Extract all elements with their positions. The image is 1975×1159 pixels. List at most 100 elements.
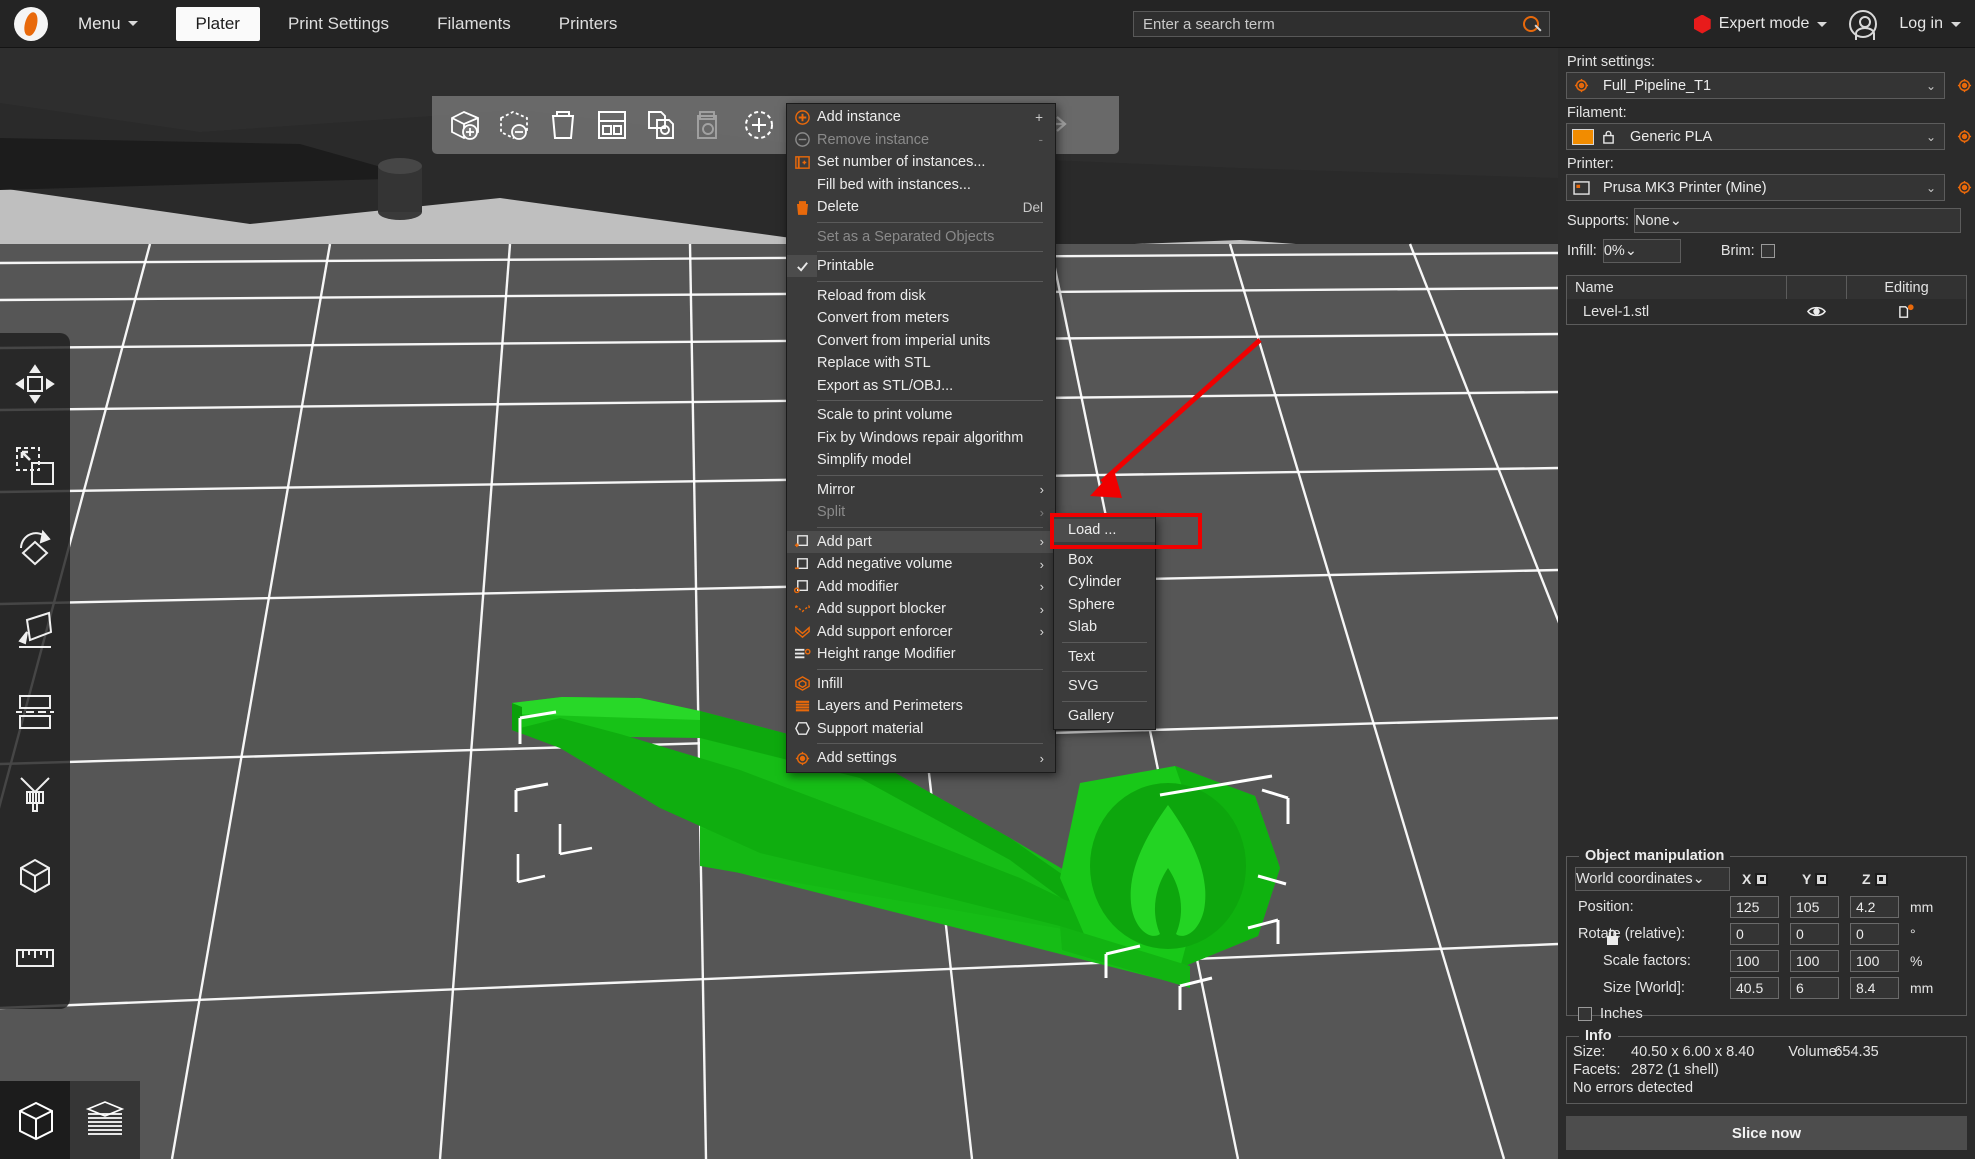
- menu-item-printable[interactable]: Printable: [787, 255, 1055, 278]
- submenu-item-load[interactable]: Load ...: [1054, 519, 1155, 542]
- search-box[interactable]: [1133, 11, 1550, 37]
- menu-item-delete[interactable]: Delete Del: [787, 196, 1055, 219]
- toolbar-copy[interactable]: [636, 101, 685, 149]
- submenu-item-sphere[interactable]: Sphere: [1054, 594, 1155, 617]
- menu-item-replace-with-stl[interactable]: Replace with STL: [787, 352, 1055, 375]
- menu-item-scale-to-print-volume[interactable]: Scale to print volume: [787, 404, 1055, 427]
- menu-item-convert-from-meters[interactable]: Convert from meters: [787, 307, 1055, 330]
- search-icon[interactable]: [1519, 13, 1545, 35]
- printer-edit-icon[interactable]: [1953, 174, 1975, 201]
- menu-item-convert-from-imperial-units[interactable]: Convert from imperial units: [787, 330, 1055, 353]
- axis-header-x: X: [1742, 871, 1802, 887]
- gizmo-place-on-face[interactable]: [0, 589, 70, 671]
- object-settings-icon[interactable]: [1846, 303, 1966, 320]
- object-list-header: Name Editing: [1567, 276, 1966, 299]
- account-icon[interactable]: [1849, 10, 1878, 40]
- brim-checkbox[interactable]: [1760, 244, 1775, 258]
- position-y-input[interactable]: [1790, 896, 1839, 918]
- gizmo-cut[interactable]: [0, 671, 70, 753]
- toolbar-add-instance[interactable]: [734, 101, 783, 149]
- menu-item-reload-from-disk[interactable]: Reload from disk: [787, 285, 1055, 308]
- inches-checkbox[interactable]: [1578, 1007, 1592, 1021]
- supports-combo[interactable]: None ⌄: [1634, 208, 1961, 233]
- menu-item-add-negative-volume[interactable]: Add negative volume ›: [787, 553, 1055, 576]
- gizmo-scale[interactable]: [0, 425, 70, 507]
- rotate-z-input[interactable]: [1850, 923, 1899, 945]
- menu-item-fill-bed-with-instances[interactable]: Fill bed with instances...: [787, 174, 1055, 197]
- mode-selector[interactable]: Expert mode: [1693, 14, 1828, 34]
- menu-item-add-support-enforcer[interactable]: Add support enforcer ›: [787, 621, 1055, 644]
- axis-reset-z-icon[interactable]: [1874, 872, 1888, 886]
- scale-x-input[interactable]: [1730, 950, 1779, 972]
- menu-item-infill[interactable]: Infill: [787, 673, 1055, 696]
- print-settings-edit-icon[interactable]: [1953, 72, 1975, 99]
- login-button[interactable]: Log in: [1899, 15, 1961, 33]
- menu-item-icon-placeholder: [787, 174, 817, 196]
- gizmo-paint-support[interactable]: [0, 753, 70, 835]
- menu-item-add-instance[interactable]: Add instance +: [787, 106, 1055, 129]
- 3d-viewport[interactable]: [0, 48, 1558, 1159]
- size-y-input[interactable]: [1790, 977, 1839, 999]
- submenu-item-gallery[interactable]: Gallery: [1054, 705, 1155, 728]
- menu-item-support-material[interactable]: Support material: [787, 718, 1055, 741]
- menu-item-height-range-modifier[interactable]: Height range Modifier: [787, 643, 1055, 666]
- menu-item-export-as-stl-obj[interactable]: Export as STL/OBJ...: [787, 375, 1055, 398]
- menu-item-add-part[interactable]: Add part ›: [787, 530, 1055, 553]
- tab-filaments[interactable]: Filaments: [417, 7, 531, 41]
- coordinates-combo[interactable]: World coordinates ⌄: [1575, 867, 1730, 891]
- slice-now-button[interactable]: Slice now: [1566, 1116, 1967, 1150]
- axis-reset-x-icon[interactable]: [1755, 872, 1769, 886]
- gizmo-move[interactable]: [0, 343, 70, 425]
- printer-combo[interactable]: Prusa MK3 Printer (Mine) ⌄: [1566, 174, 1945, 201]
- rotate-y-input[interactable]: [1790, 923, 1839, 945]
- infill-combo[interactable]: 0% ⌄: [1602, 239, 1681, 263]
- toolbar-delete-selection[interactable]: [489, 101, 538, 149]
- submenu-item-slab[interactable]: Slab: [1054, 616, 1155, 639]
- submenu-item-text[interactable]: Text: [1054, 646, 1155, 669]
- menu-item-mirror[interactable]: Mirror ›: [787, 479, 1055, 502]
- uniform-scale-lock-icon[interactable]: [1605, 929, 1620, 950]
- toolbar-add-object[interactable]: [440, 101, 489, 149]
- menu-item-label: Printable: [817, 258, 875, 275]
- menu-item-layers-and-perimeters[interactable]: Layers and Perimeters: [787, 695, 1055, 718]
- submenu-item-box[interactable]: Box: [1054, 549, 1155, 572]
- eye-icon[interactable]: [1786, 305, 1846, 318]
- object-list-row[interactable]: Level-1.stl: [1567, 299, 1966, 324]
- toolbar-delete-all[interactable]: [538, 101, 587, 149]
- menu-item-add-support-blocker[interactable]: Add support blocker ›: [787, 598, 1055, 621]
- menu-item-simplify-model[interactable]: Simplify model: [787, 449, 1055, 472]
- supports-value: None: [1635, 212, 1670, 229]
- menu-item-add-settings[interactable]: Add settings ›: [787, 747, 1055, 770]
- gizmo-measure[interactable]: [0, 917, 70, 999]
- axis-reset-y-icon[interactable]: [1815, 872, 1829, 886]
- filament-combo[interactable]: Generic PLA ⌄: [1566, 123, 1945, 150]
- menu-item-add-modifier[interactable]: Add modifier ›: [787, 576, 1055, 599]
- filament-edit-icon[interactable]: [1953, 123, 1975, 150]
- view-editor-3d-button[interactable]: [0, 1081, 70, 1159]
- submenu-item-svg[interactable]: SVG: [1054, 675, 1155, 698]
- search-input[interactable]: [1134, 15, 1519, 33]
- toolbar-paste[interactable]: [685, 101, 734, 149]
- scale-y-input[interactable]: [1790, 950, 1839, 972]
- chevron-down-icon: ⌄: [1624, 243, 1637, 259]
- submenu-item-label: Slab: [1068, 619, 1098, 636]
- gizmo-seam[interactable]: [0, 835, 70, 917]
- submenu-item-cylinder[interactable]: Cylinder: [1054, 571, 1155, 594]
- toolbar-arrange[interactable]: [587, 101, 636, 149]
- tab-printers[interactable]: Printers: [539, 7, 638, 41]
- position-x-input[interactable]: [1730, 896, 1779, 918]
- size-z-input[interactable]: [1850, 977, 1899, 999]
- object-context-menu: Add instance + Remove instance - Set number …: [786, 103, 1056, 773]
- tab-plater[interactable]: Plater: [175, 6, 260, 41]
- scale-z-input[interactable]: [1850, 950, 1899, 972]
- menu-item-fix-by-windows-repair-algorithm[interactable]: Fix by Windows repair algorithm: [787, 427, 1055, 450]
- view-preview-button[interactable]: [70, 1081, 140, 1159]
- size-x-input[interactable]: [1730, 977, 1779, 999]
- gizmo-rotate[interactable]: [0, 507, 70, 589]
- rotate-x-input[interactable]: [1730, 923, 1779, 945]
- print-settings-combo[interactable]: Full_Pipeline_T1 ⌄: [1566, 72, 1945, 99]
- menu-button[interactable]: Menu: [70, 10, 146, 38]
- menu-item-set-number-of-instances[interactable]: Set number of instances...: [787, 151, 1055, 174]
- tab-print-settings[interactable]: Print Settings: [268, 7, 409, 41]
- position-z-input[interactable]: [1850, 896, 1899, 918]
